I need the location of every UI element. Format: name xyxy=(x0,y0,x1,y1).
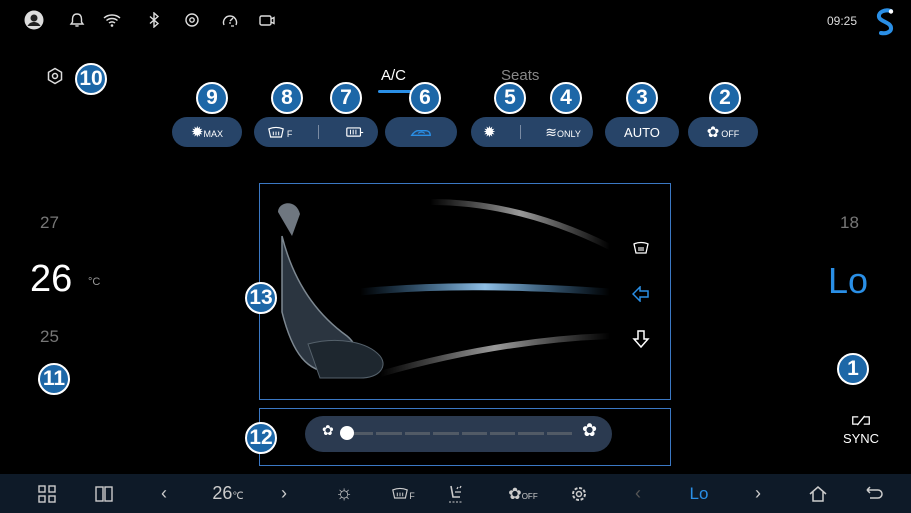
front-label: F xyxy=(286,129,293,139)
callout-13: 13 xyxy=(245,282,277,314)
fan-speed-segment xyxy=(404,432,431,435)
right-temp-up[interactable]: 18 xyxy=(840,213,859,233)
left-temp-current: 26 xyxy=(30,258,73,300)
fan-speed-segment xyxy=(518,432,544,435)
max-label: MAX xyxy=(203,129,224,139)
recirculation-car-icon xyxy=(410,129,431,136)
callout-11: 11 xyxy=(38,363,70,395)
ac-icon: ✹ xyxy=(483,124,496,141)
bottom-front-defrost-icon xyxy=(392,487,409,499)
rear-defrost-button[interactable] xyxy=(345,126,365,139)
ac-button[interactable]: ✹ xyxy=(483,123,496,141)
bottom-front-defrost-button[interactable]: F xyxy=(386,474,420,513)
bottom-bar: ‹ 26 ℃ › ☼ F ✿ OFF ‹ Lo › xyxy=(0,474,911,513)
right-temp-increase-icon[interactable]: › xyxy=(750,474,766,513)
bottom-left-temp-unit: ℃ xyxy=(232,490,244,502)
fan-icon: ✿ xyxy=(706,124,720,141)
vent-only-button[interactable]: ≋ ONLY xyxy=(545,124,581,141)
avatar-icon[interactable] xyxy=(24,10,44,30)
auto-button[interactable]: AUTO xyxy=(605,117,679,147)
bottom-right-temp[interactable]: Lo xyxy=(684,474,714,513)
fan-speed-segment xyxy=(546,432,572,435)
fan-speed-segment xyxy=(376,432,402,435)
settings-hex-icon[interactable] xyxy=(46,67,64,85)
sync-label: SYNC xyxy=(842,431,880,446)
off-label: OFF xyxy=(721,129,740,139)
status-bar: 09:25 xyxy=(0,0,911,40)
bottom-left-temp[interactable]: 26 ℃ xyxy=(206,474,250,513)
callout-1: 1 xyxy=(837,353,869,385)
front-defrost-button[interactable]: F xyxy=(267,125,293,139)
climate-seat-icon[interactable] xyxy=(444,474,468,513)
back-icon[interactable] xyxy=(862,474,886,513)
callout-2: 2 xyxy=(709,82,741,114)
apps-grid-icon[interactable] xyxy=(35,474,59,513)
speedometer-icon[interactable] xyxy=(221,12,239,28)
sun-defrost-icon: ✹ xyxy=(190,124,204,141)
brand-logo-icon xyxy=(873,8,897,36)
bell-icon[interactable] xyxy=(68,12,86,28)
tab-ac[interactable]: A/C xyxy=(381,67,406,84)
bottom-defrost-label: F xyxy=(409,490,415,501)
front-windshield-defrost-icon xyxy=(268,126,284,138)
only-label: ONLY xyxy=(557,129,581,139)
callout-3: 3 xyxy=(626,82,658,114)
bottom-left-temp-value: 26 xyxy=(212,483,233,503)
rear-window-defrost-icon xyxy=(346,126,364,137)
bottom-fan-icon: ✿ xyxy=(508,485,522,503)
left-temp-increase-icon[interactable]: › xyxy=(276,474,292,513)
bottom-fan-off-button[interactable]: ✿ OFF xyxy=(506,474,540,513)
fan-low-icon: ✿ xyxy=(322,422,334,438)
callout-9: 9 xyxy=(196,82,228,114)
windshield-vent-icon[interactable] xyxy=(632,240,650,256)
fan-high-icon: ✿ xyxy=(582,420,598,440)
screen-mirror-icon[interactable] xyxy=(258,12,276,28)
fan-speed-knob[interactable] xyxy=(340,426,354,440)
recirculation-button[interactable] xyxy=(385,117,457,147)
ac-vent-pill[interactable]: ✹ ≋ ONLY xyxy=(471,117,593,147)
callout-10: 10 xyxy=(75,63,107,95)
feet-vent-icon[interactable] xyxy=(632,330,650,349)
seat-airflow-illustration xyxy=(278,199,612,379)
callout-12: 12 xyxy=(245,422,277,454)
vent-icon: ≋ xyxy=(545,123,558,140)
airflow-panel xyxy=(259,183,671,400)
location-icon[interactable] xyxy=(183,12,201,28)
gear-icon[interactable] xyxy=(568,474,590,513)
fan-off-button[interactable]: ✿ OFF xyxy=(688,117,758,147)
fan-speed-segment xyxy=(461,432,487,435)
pill-divider xyxy=(520,125,521,139)
left-temp-down[interactable]: 25 xyxy=(40,327,59,347)
pill-divider xyxy=(318,125,320,139)
sun-icon[interactable]: ☼ xyxy=(332,474,356,513)
bottom-fan-off-label: OFF xyxy=(521,491,538,501)
callout-8: 8 xyxy=(271,82,303,114)
left-temp-up[interactable]: 27 xyxy=(40,213,59,233)
sync-icon xyxy=(852,415,870,426)
callout-6: 6 xyxy=(409,82,441,114)
callout-5: 5 xyxy=(494,82,526,114)
right-temp-current: Lo xyxy=(828,260,869,301)
callout-7: 7 xyxy=(330,82,362,114)
defrost-pill[interactable]: F xyxy=(254,117,378,147)
face-vent-icon[interactable] xyxy=(631,285,650,303)
wifi-icon[interactable] xyxy=(103,12,121,28)
sync-button[interactable]: SYNC xyxy=(836,413,886,446)
split-screen-icon[interactable] xyxy=(92,474,116,513)
fan-speed-segment xyxy=(489,432,516,435)
fan-speed-segment xyxy=(433,432,459,435)
right-temp-decrease-icon[interactable]: ‹ xyxy=(630,474,646,513)
home-icon[interactable] xyxy=(806,474,830,513)
max-defrost-button[interactable]: ✹ MAX xyxy=(172,117,242,147)
bluetooth-icon[interactable] xyxy=(145,12,163,28)
clock-time: 09:25 xyxy=(826,14,857,28)
callout-4: 4 xyxy=(550,82,582,114)
left-temp-unit: °C xyxy=(88,276,101,288)
left-temp-decrease-icon[interactable]: ‹ xyxy=(156,474,172,513)
